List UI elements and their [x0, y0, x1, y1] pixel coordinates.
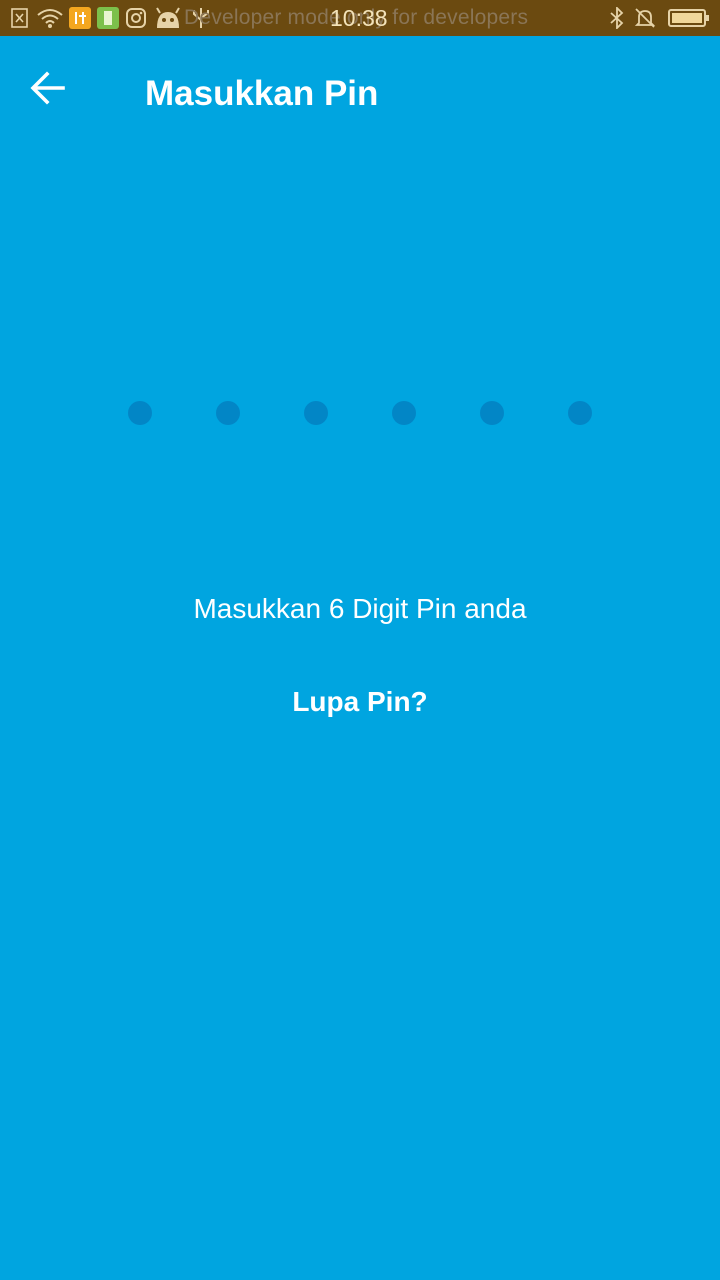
silent-bell-icon: [633, 7, 657, 29]
battery-saver-app-icon: [97, 7, 119, 29]
tools-app-icon: [69, 7, 91, 29]
arrow-left-icon: [30, 70, 66, 110]
pin-dot: [480, 401, 504, 425]
pin-dot: [568, 401, 592, 425]
pin-dot: [128, 401, 152, 425]
pin-dot: [392, 401, 416, 425]
wifi-icon: [36, 7, 64, 29]
status-time: 10:38: [330, 5, 388, 31]
battery-icon: [668, 7, 710, 29]
back-button[interactable]: [16, 58, 80, 122]
app-bar: Masukkan Pin: [0, 36, 720, 152]
android-debug-icon: [154, 7, 182, 29]
pin-dot: [304, 401, 328, 425]
status-bar: Developer mode only for developers 10:38: [0, 0, 720, 36]
pin-dot: [216, 401, 240, 425]
forgot-pin-link[interactable]: Lupa Pin?: [260, 682, 460, 722]
page-title: Masukkan Pin: [145, 74, 379, 113]
sim-off-icon: [10, 7, 30, 29]
pin-indicator: [128, 401, 596, 427]
bluetooth-icon: [607, 7, 627, 29]
pin-instruction: Masukkan 6 Digit Pin anda: [193, 593, 527, 624]
instagram-icon: [125, 7, 147, 29]
